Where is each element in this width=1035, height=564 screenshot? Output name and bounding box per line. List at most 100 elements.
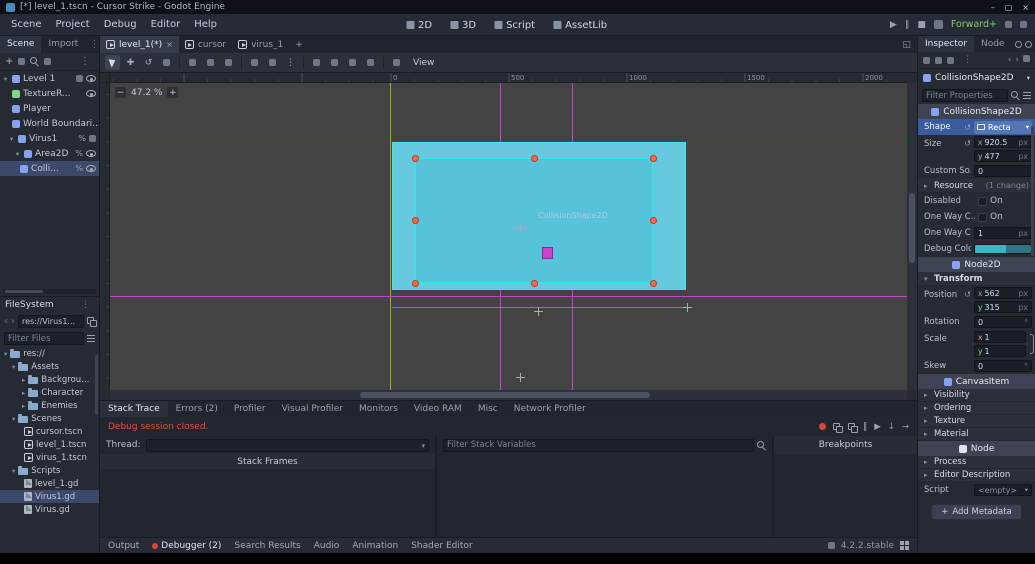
position-y-field[interactable]: y 315 px <box>974 301 1032 313</box>
resource-menu-icon[interactable]: ⋮ <box>959 55 976 65</box>
pause-button[interactable]: ‖ <box>905 20 910 30</box>
tab-scene[interactable]: Scene <box>0 36 42 53</box>
break-button[interactable]: ‖ <box>863 422 867 432</box>
close-button[interactable]: × <box>1022 3 1029 12</box>
step-into-button[interactable]: ↓ <box>888 422 895 432</box>
selection-handle[interactable] <box>650 280 657 287</box>
fs-item-scenes[interactable]: ▾ Scenes <box>0 412 99 425</box>
collapse-arrow-icon[interactable]: ▾ <box>14 150 21 158</box>
collapse-arrow-icon[interactable]: ▾ <box>8 135 15 143</box>
zoom-in-button[interactable]: + <box>167 87 179 98</box>
filter-properties-input[interactable] <box>922 89 1008 102</box>
fs-item-assets[interactable]: ▾ Assets <box>0 360 99 373</box>
selection-handle[interactable] <box>650 155 657 162</box>
scale-x-field[interactable]: x1 <box>974 331 1026 343</box>
menu-project[interactable]: Project <box>49 14 97 36</box>
canvas-vscrollbar[interactable] <box>907 83 917 390</box>
scene-tab-cursor[interactable]: cursor <box>179 36 232 53</box>
tree-node-level1[interactable]: ▾ Level 1 <box>0 71 99 86</box>
workspace-2d[interactable]: 2D <box>397 20 441 31</box>
sort-files-icon[interactable] <box>87 334 95 343</box>
object-properties-icon[interactable] <box>1023 55 1030 62</box>
position-x-field[interactable]: x 562 px <box>974 287 1032 299</box>
group-ordering[interactable]: ▸ Ordering <box>918 402 1035 415</box>
collapse-arrow-icon[interactable]: ▾ <box>2 75 9 83</box>
group-button[interactable] <box>345 55 360 70</box>
history-back-icon[interactable]: ‹ <box>1008 55 1012 65</box>
step-over-button[interactable]: → <box>902 422 909 432</box>
add-node-button[interactable]: + <box>5 56 13 67</box>
guide-yellow-vertical[interactable] <box>390 83 391 390</box>
fs-item-level1-gd[interactable]: level_1.gd <box>0 477 99 490</box>
fs-item-virus1-gd[interactable]: Virus1.gd <box>0 490 99 503</box>
group-transform[interactable]: ▾ Transform <box>918 272 1035 286</box>
workspace-script[interactable]: Script <box>485 20 544 31</box>
visibility-eye-icon[interactable] <box>86 90 96 97</box>
fs-item-backgrounds[interactable]: ▸ Backgrou... <box>0 373 99 386</box>
collision-shape-inner-rect[interactable] <box>415 158 653 283</box>
tree-node-worldboundary[interactable]: World Boundari... <box>0 116 99 131</box>
instance-scene-button[interactable] <box>18 58 26 65</box>
save-resource-icon[interactable] <box>947 56 954 64</box>
tab-monitors[interactable]: Monitors <box>351 401 406 417</box>
property-tools-icon[interactable] <box>1023 91 1031 100</box>
bottom-tab-debugger[interactable]: Debugger (2) <box>152 541 221 551</box>
pivot-tool-button[interactable] <box>203 55 218 70</box>
selection-handle[interactable] <box>531 155 538 162</box>
tab-visual-profiler[interactable]: Visual Profiler <box>274 401 351 417</box>
bottom-tab-audio[interactable]: Audio <box>314 541 340 551</box>
selection-handle[interactable] <box>412 217 419 224</box>
load-resource-icon[interactable] <box>935 56 942 64</box>
script-field[interactable]: <empty> ▾ <box>974 484 1032 496</box>
unique-name-icon[interactable]: % <box>78 134 86 143</box>
version-label[interactable]: 4.2.2.stable <box>841 541 894 551</box>
minimize-button[interactable]: – <box>991 3 995 12</box>
custom-solver-field[interactable]: 0 <box>974 165 1032 177</box>
scene-tab-virus1[interactable]: virus_1 <box>232 36 289 53</box>
visibility-eye-icon[interactable] <box>86 75 96 82</box>
bottom-tab-search-results[interactable]: Search Results <box>234 541 300 551</box>
object-menu-icon[interactable] <box>1025 40 1032 48</box>
tab-import[interactable]: Import <box>41 36 85 53</box>
guide-magenta-horizontal-1[interactable] <box>110 296 907 297</box>
size-x-field[interactable]: x 920.5 px <box>974 136 1032 148</box>
tab-profiler[interactable]: Profiler <box>226 401 274 417</box>
tab-errors[interactable]: Errors (2) <box>168 401 226 417</box>
zoom-level[interactable]: 47.2 % <box>131 88 162 98</box>
canvas-hscrollbar[interactable] <box>110 390 907 400</box>
nav-back-icon[interactable]: ‹ <box>4 316 8 327</box>
one-way-checkbox[interactable] <box>978 212 987 222</box>
disabled-checkbox[interactable] <box>978 196 987 206</box>
group-texture[interactable]: ▸ Texture <box>918 415 1035 428</box>
unique-name-icon[interactable]: % <box>75 149 83 158</box>
fs-item-cursor-tscn[interactable]: cursor.tscn <box>0 425 99 438</box>
fs-item-virus-gd[interactable]: Virus.gd <box>0 503 99 516</box>
play-button[interactable]: ▶ <box>890 20 897 30</box>
filter-nodes-icon[interactable] <box>30 57 39 66</box>
filter-stack-variables-input[interactable] <box>443 438 754 452</box>
copy-path-icon[interactable] <box>87 317 97 327</box>
scale-y-field[interactable]: y1 <box>974 345 1026 357</box>
unlock-button[interactable] <box>327 55 342 70</box>
clear-output-icon[interactable] <box>847 422 858 433</box>
group-visibility[interactable]: ▸ Visibility <box>918 389 1035 402</box>
stop-button[interactable]: ■ <box>917 20 926 30</box>
tree-node-area2d[interactable]: ▾ Area2D % <box>0 146 99 161</box>
selection-handle[interactable] <box>531 280 538 287</box>
menu-editor[interactable]: Editor <box>144 14 188 36</box>
player-sprite[interactable] <box>542 247 553 259</box>
group-process[interactable]: ▸ Process <box>918 456 1035 469</box>
close-tab-icon[interactable]: × <box>166 40 173 49</box>
grid-snap-button[interactable] <box>265 55 280 70</box>
tree-node-collisionshape[interactable]: Colli... % <box>0 161 99 176</box>
lock-button[interactable] <box>309 55 324 70</box>
expand-bottom-panel-icon[interactable] <box>900 541 909 550</box>
filesystem-menu-icon[interactable]: ⋮ <box>77 300 94 310</box>
revert-icon[interactable]: ↺ <box>964 123 971 132</box>
fs-item-virus1-tscn[interactable]: virus_1.tscn <box>0 451 99 464</box>
scene-tree-menu-icon[interactable]: ⋮ <box>76 56 94 67</box>
rotation-field[interactable]: 0 ° <box>974 316 1032 328</box>
revert-icon[interactable]: ↺ <box>964 136 971 148</box>
selection-handle[interactable] <box>650 217 657 224</box>
view-menu[interactable]: View <box>407 58 440 68</box>
